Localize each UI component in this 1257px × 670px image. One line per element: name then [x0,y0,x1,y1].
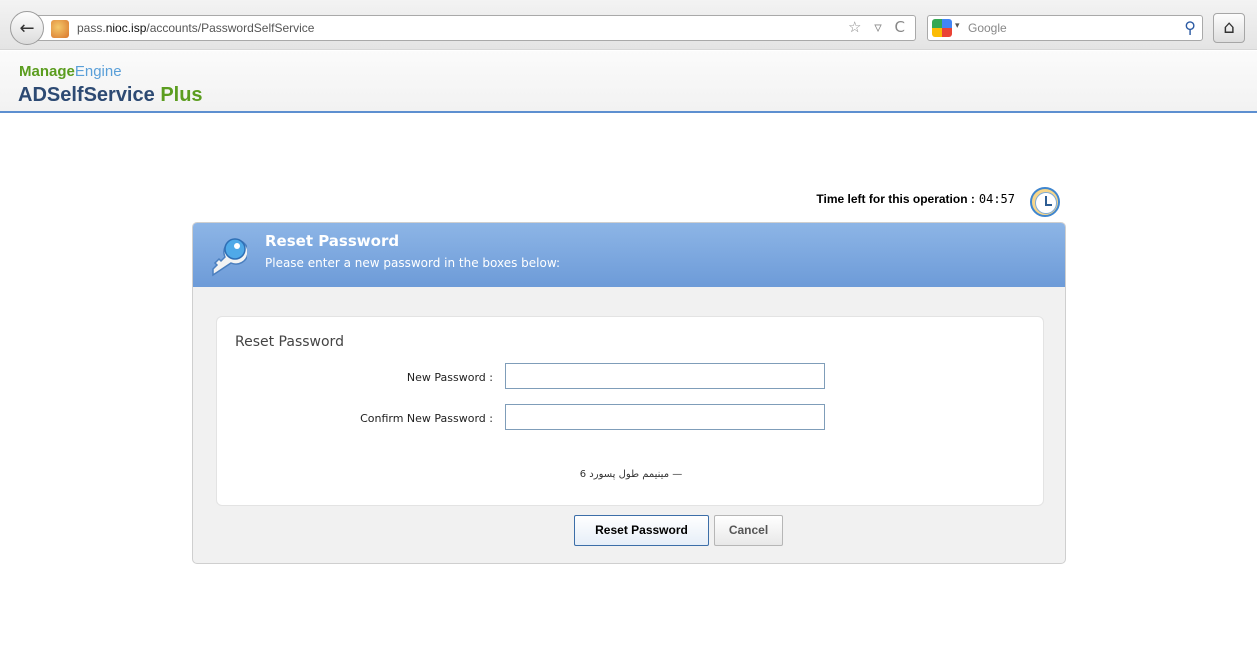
dropdown-arrow-icon[interactable]: ▾ [955,21,960,31]
reset-password-button[interactable]: Reset Password [574,515,709,546]
new-password-input[interactable] [505,363,825,389]
panel-header-subtitle: Please enter a new password in the boxes… [265,256,561,270]
new-password-label: New Password : [406,371,493,384]
browser-toolbar: ← pass.nioc.isp/accounts/PasswordSelfSer… [0,0,1257,50]
search-icon[interactable]: ⚲ [1184,18,1196,37]
home-icon: ⌂ [1223,17,1235,38]
google-logo-icon[interactable] [932,19,952,37]
form-title: Reset Password [235,334,344,350]
key-icon [212,238,247,277]
password-policy-hint: مینیمم طول پسورد 6 — [579,469,683,480]
back-arrow-icon: ← [19,17,35,39]
panel-header-title: Reset Password [265,232,400,250]
cancel-button[interactable]: Cancel [714,515,783,546]
app-header: ManageEngine ADSelfService Plus [0,51,1257,113]
reset-password-panel: Reset Password Please enter a new passwo… [192,222,1066,564]
search-bar[interactable]: ▾ Google ⚲ [927,15,1203,41]
url-bar[interactable]: pass.nioc.isp/accounts/PasswordSelfServi… [32,15,916,41]
timer-label: Time left for this operation : [816,192,975,206]
bookmark-star-icon[interactable]: ☆ ▿ C [848,18,909,36]
form-card: Reset Password New Password : Confirm Ne… [216,316,1044,506]
confirm-password-input[interactable] [505,404,825,430]
panel-header: Reset Password Please enter a new passwo… [193,223,1065,287]
confirm-password-label: Confirm New Password : [360,412,493,425]
product-logo: ADSelfService Plus [18,84,203,106]
manageengine-logo: ManageEngine [19,63,122,80]
site-identity-icon[interactable] [51,20,69,38]
home-button[interactable]: ⌂ [1213,13,1245,43]
url-text[interactable]: pass.nioc.isp/accounts/PasswordSelfServi… [77,21,314,35]
operation-timer: Time left for this operation :04:57 [700,192,1015,206]
clock-icon [1030,187,1060,217]
search-input[interactable]: Google [968,21,1007,35]
timer-value: 04:57 [978,192,1015,206]
back-button[interactable]: ← [10,11,44,45]
